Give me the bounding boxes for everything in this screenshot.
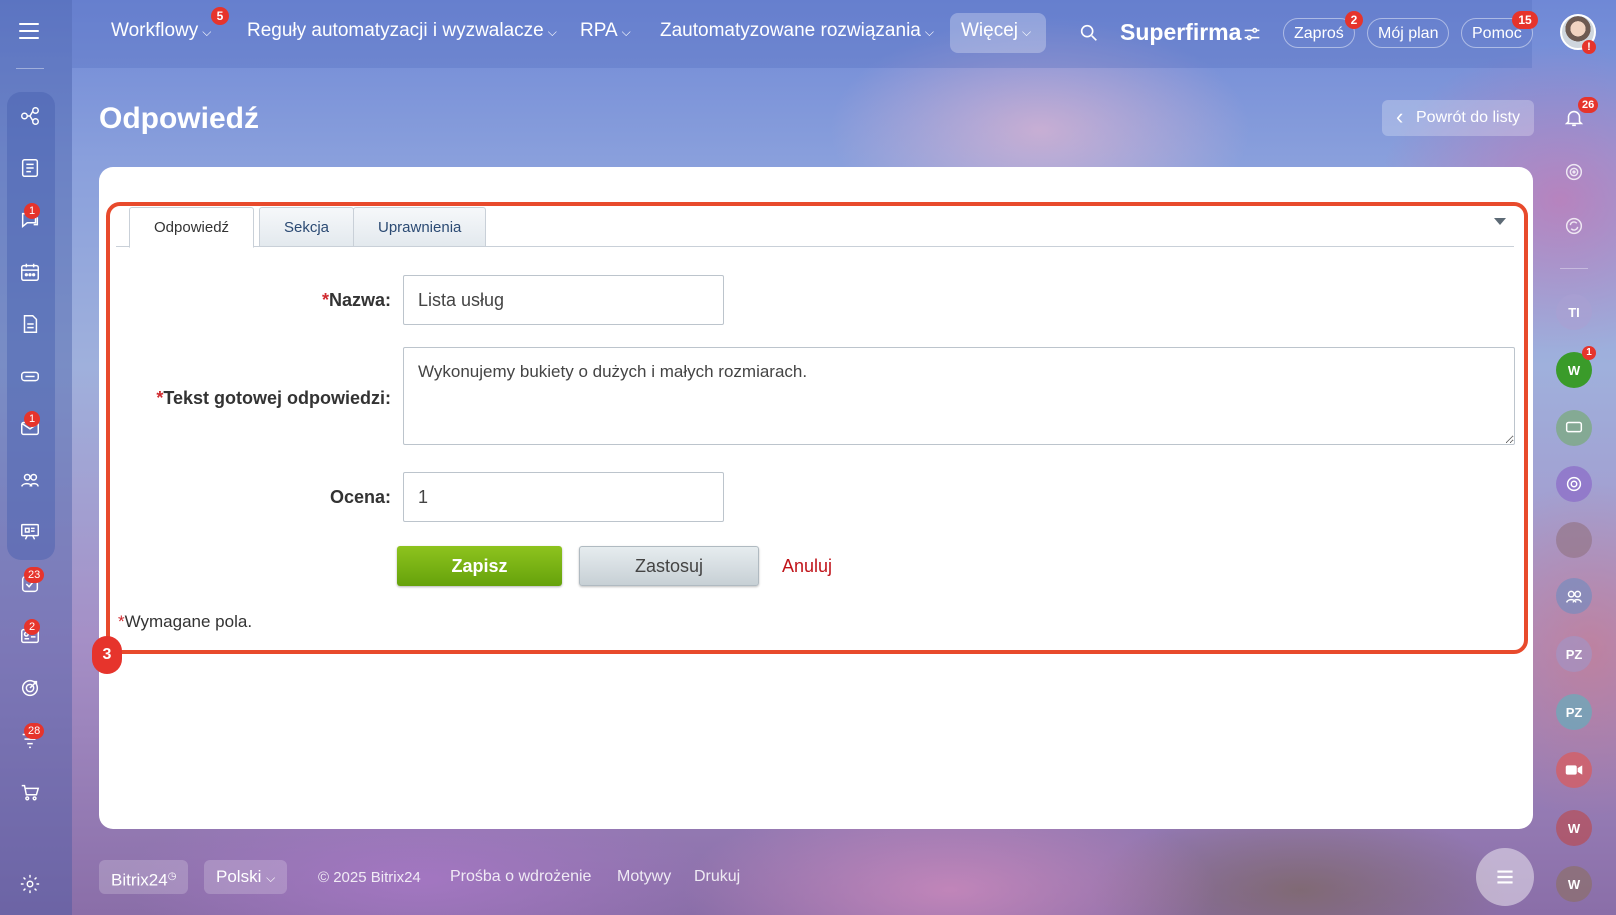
page-title: Odpowiedź (99, 102, 259, 135)
nav-automated-solutions[interactable]: Zautomatyzowane rozwiązania ⌵ (660, 20, 934, 42)
back-to-list-button[interactable]: Powrót do listy (1382, 99, 1535, 136)
footer-brand-button[interactable]: Bitrix24◷ (99, 860, 189, 894)
language-selector[interactable]: Polski ⌵ (204, 860, 288, 894)
notifications-badge: 26 (1578, 97, 1599, 113)
brand-settings-icon[interactable] (1240, 22, 1264, 46)
automation-icon[interactable] (14, 100, 46, 132)
calendar-icon[interactable] (14, 256, 46, 288)
right-divider (1560, 268, 1588, 269)
documents-icon[interactable] (14, 308, 46, 340)
name-label: *Nazwa: (321, 290, 391, 310)
required-fields-note: *Wymagane pola. (118, 612, 253, 631)
rating-input[interactable] (403, 472, 724, 522)
drive-icon[interactable] (14, 360, 46, 392)
contacts-icon[interactable] (14, 464, 46, 496)
group-chat-icon[interactable] (1556, 578, 1592, 614)
avatar-ti[interactable]: TI (1556, 294, 1592, 330)
avatar-pz-1[interactable]: PZ (1556, 636, 1592, 672)
settings-gear-icon[interactable] (14, 868, 46, 900)
tabs-collapse-icon[interactable] (1494, 218, 1506, 225)
save-button[interactable]: Zapisz (397, 546, 562, 586)
avatar-w-2[interactable]: W (1556, 810, 1592, 846)
step-marker: 3 (92, 636, 122, 674)
search-icon[interactable] (1072, 16, 1106, 50)
tab-section[interactable]: Sekcja (259, 207, 355, 247)
apply-button[interactable]: Zastosuj (579, 546, 759, 586)
board-icon[interactable] (14, 516, 46, 548)
footer-link-themes[interactable]: Motywy (617, 868, 671, 886)
footer-link-implementation[interactable]: Prośba o wdrożenie (450, 868, 591, 886)
nav-rpa[interactable]: RPA ⌵ (580, 20, 631, 42)
cancel-link[interactable]: Anuluj (782, 556, 832, 577)
feed-badge: 28 (24, 723, 45, 739)
rating-label: Ocena: (329, 487, 391, 507)
chat-group-icon[interactable] (1556, 410, 1592, 446)
open-channel-icon[interactable] (1556, 466, 1592, 502)
invite-badge: 2 (1345, 11, 1363, 29)
answer-text-label: *Tekst gotowej odpowiedzi: (156, 388, 391, 408)
tab-permissions[interactable]: Uprawnienia (353, 207, 487, 247)
answer-text-textarea[interactable]: Wykonujemy bukiety o dużych i małych roz… (403, 347, 1515, 445)
nav-workflowy[interactable]: Workflowy ⌵ (111, 20, 211, 42)
video-call-icon[interactable] (1556, 752, 1592, 788)
nav-automation-rules[interactable]: Reguły automatyzacji i wyzwalacze ⌵ (247, 20, 557, 42)
footer-link-print[interactable]: Drukuj (694, 868, 740, 886)
my-plan-button[interactable]: Mój plan (1367, 18, 1450, 48)
goals-icon[interactable] (14, 672, 46, 704)
chat-badge: 1 (24, 203, 40, 219)
company-name[interactable]: Superfirma (1120, 19, 1241, 46)
mail-badge: 1 (24, 411, 40, 427)
cart-icon[interactable] (14, 776, 46, 808)
news-feed-icon[interactable] (14, 152, 46, 184)
name-input[interactable] (403, 275, 724, 325)
user-alert-icon: ! (1582, 40, 1596, 54)
chat-list-fab-icon[interactable] (1476, 848, 1534, 906)
activity-icon[interactable] (1556, 154, 1592, 190)
footer-copyright: © 2025 Bitrix24 (318, 869, 421, 886)
tab-answer[interactable]: Odpowiedź (129, 207, 255, 248)
news-badge: 2 (24, 619, 40, 635)
avatar-pz-2[interactable]: PZ (1556, 694, 1592, 730)
sync-chat-icon[interactable] (1556, 208, 1592, 244)
left-divider (16, 68, 44, 69)
menu-icon[interactable] (14, 16, 44, 46)
invite-button[interactable]: Zaproś (1283, 18, 1355, 48)
nav-more[interactable]: Więcej ⌵ (961, 20, 1031, 42)
group-photo-avatar[interactable] (1556, 522, 1592, 558)
tasks-badge: 23 (24, 567, 45, 583)
avatar-w-3[interactable]: W (1556, 866, 1592, 902)
help-badge: 15 (1512, 11, 1538, 29)
avatar-w-badge: 1 (1582, 346, 1596, 360)
workflowy-badge: 5 (211, 7, 229, 25)
